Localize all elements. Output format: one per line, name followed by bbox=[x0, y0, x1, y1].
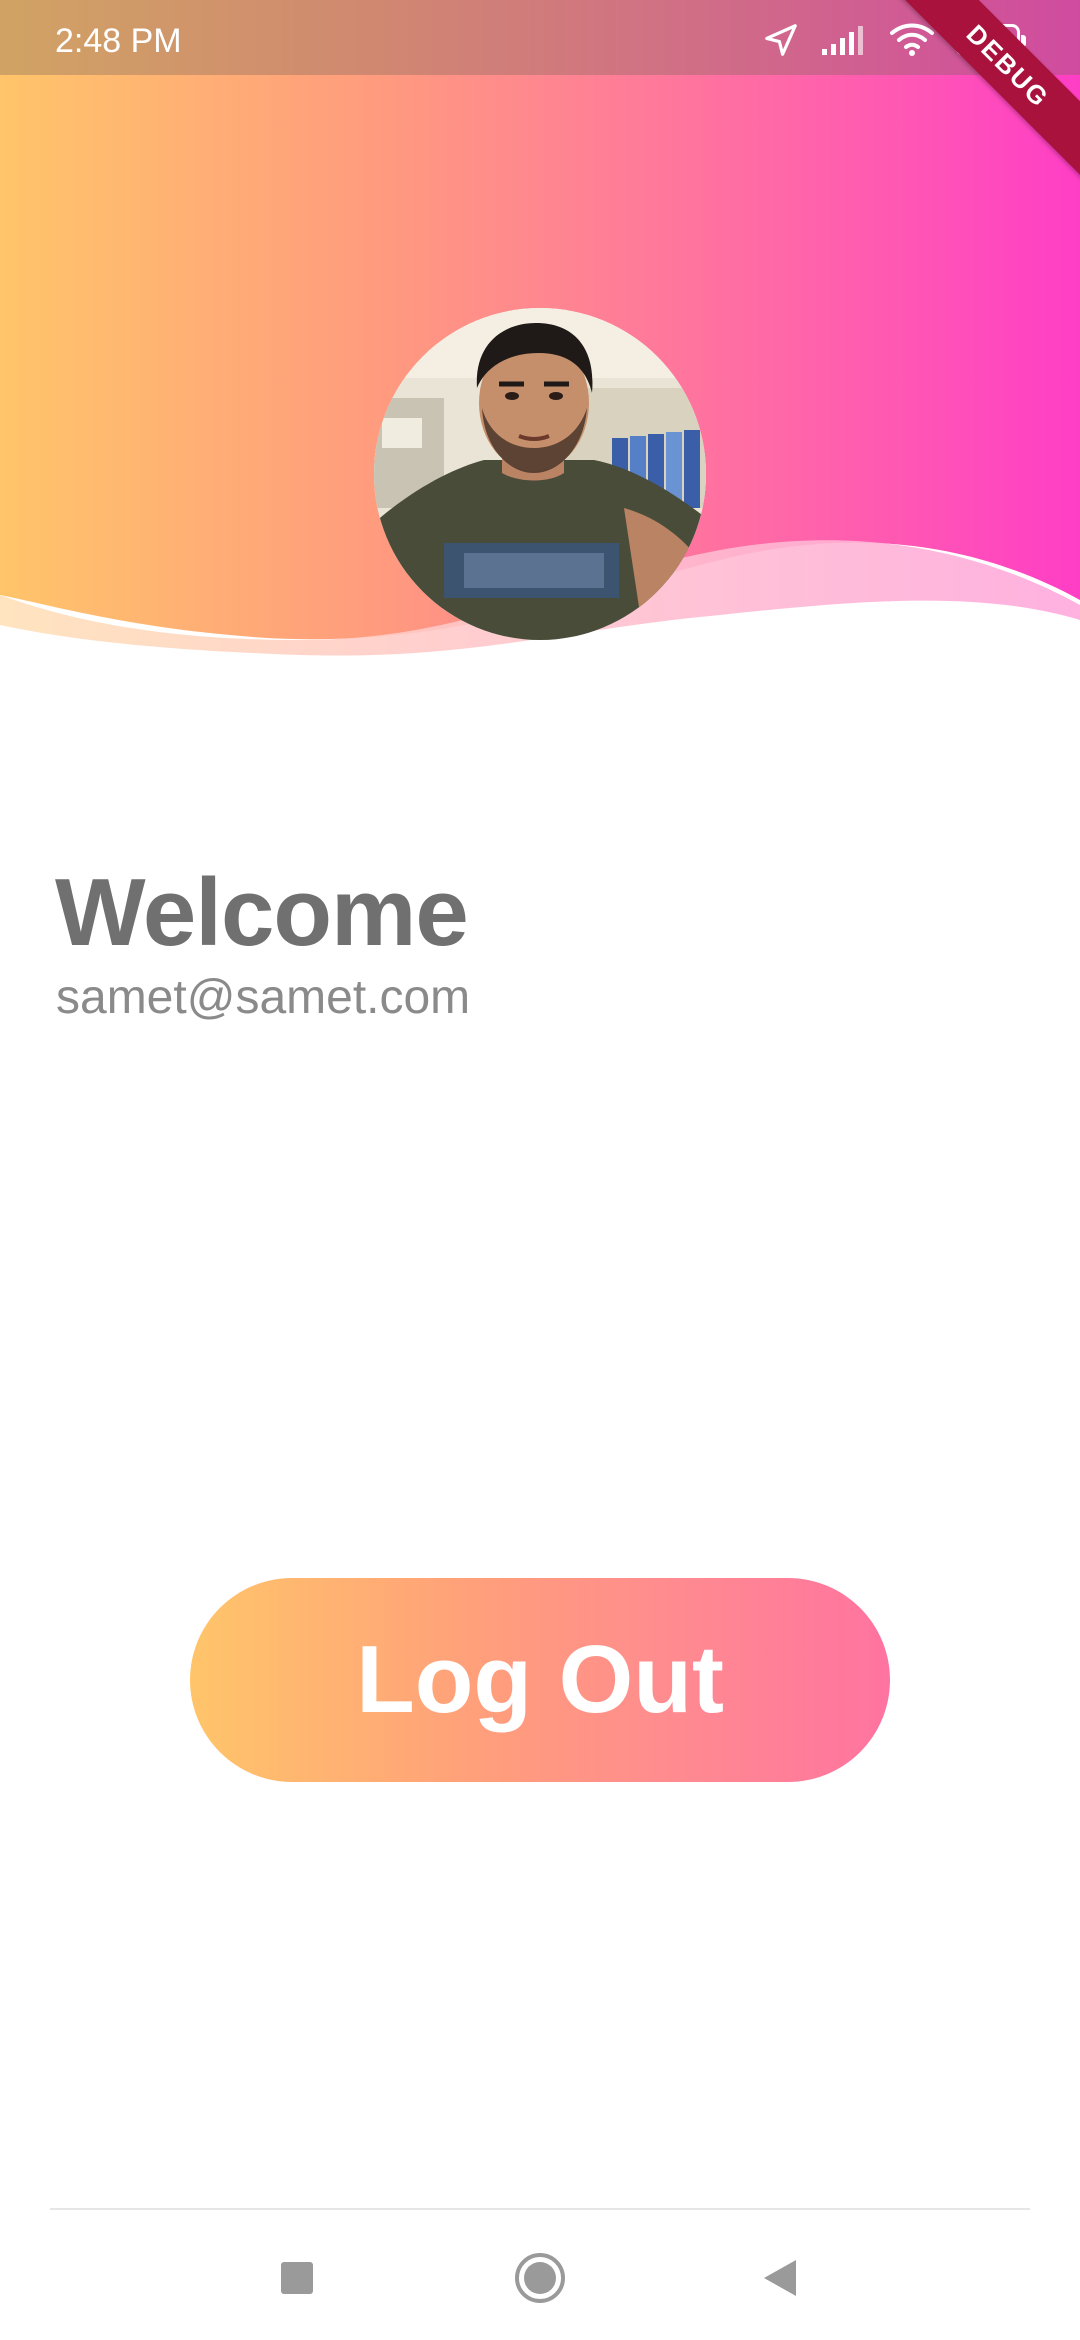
avatar[interactable] bbox=[374, 308, 706, 640]
square-icon bbox=[280, 2261, 314, 2300]
back-button[interactable] bbox=[745, 2245, 815, 2315]
welcome-title: Welcome bbox=[55, 859, 469, 966]
user-email: samet@samet.com bbox=[56, 971, 471, 1024]
logout-button-label: Log Out bbox=[356, 1626, 724, 1733]
location-arrow-icon bbox=[762, 21, 800, 59]
screen: 2:48 PM DEBUG Welcome samet@samet.com Lo… bbox=[0, 0, 1080, 2340]
triangle-back-icon bbox=[762, 2258, 798, 2303]
signal-icon bbox=[820, 23, 868, 57]
recents-button[interactable] bbox=[262, 2245, 332, 2315]
circle-icon bbox=[514, 2252, 566, 2309]
logout-button[interactable]: Log Out bbox=[190, 1578, 890, 1782]
home-button[interactable] bbox=[505, 2245, 575, 2315]
system-nav-bar bbox=[0, 2210, 1080, 2340]
status-time: 2:48 PM bbox=[55, 22, 182, 60]
wifi-icon bbox=[888, 21, 936, 59]
